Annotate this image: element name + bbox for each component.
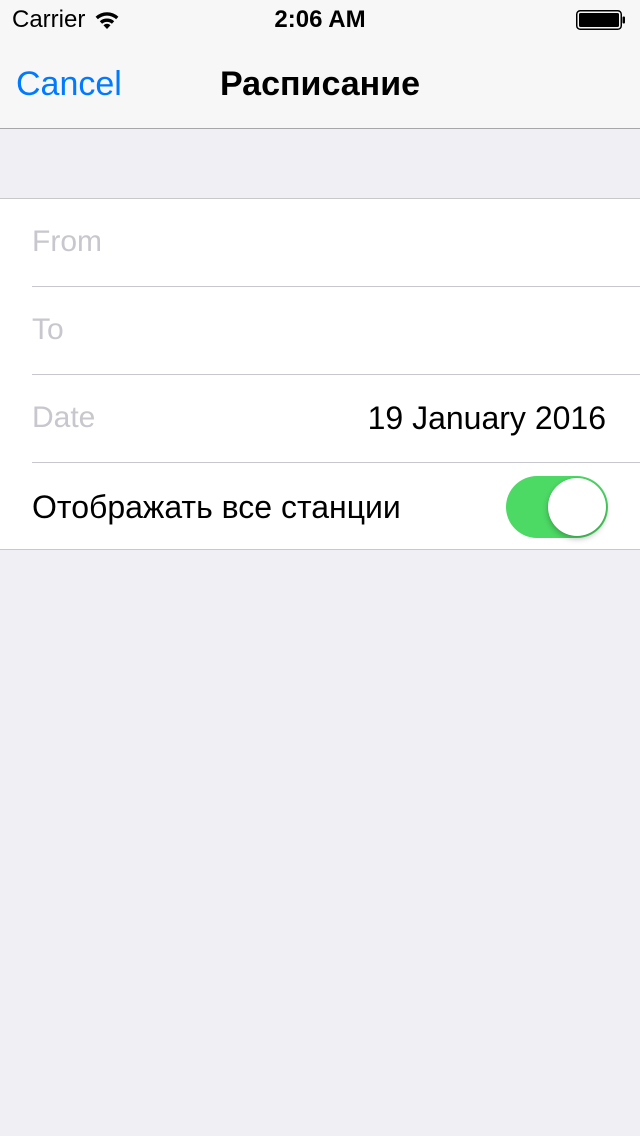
status-time: 2:06 AM [274, 6, 366, 33]
to-row [0, 287, 640, 375]
date-value: 19 January 2016 [367, 400, 606, 436]
date-row[interactable]: Date 19 January 2016 [0, 375, 640, 463]
battery-icon [576, 10, 625, 30]
cancel-button[interactable]: Cancel [16, 64, 122, 104]
schedule-form: Date 19 January 2016 Отображать все стан… [0, 198, 640, 550]
top-bar: Carrier 2:06 AM Cancel Расписание [0, 0, 640, 129]
status-bar: Carrier 2:06 AM [0, 0, 640, 40]
show-all-stations-label: Отображать все станции [32, 489, 401, 525]
from-input[interactable] [32, 199, 612, 285]
navigation-bar: Cancel Расписание [0, 40, 640, 128]
switch-knob [548, 478, 606, 536]
to-input[interactable] [32, 287, 612, 373]
show-all-stations-switch[interactable] [506, 476, 608, 538]
date-label: Date [32, 401, 96, 434]
from-row [0, 199, 640, 287]
show-all-stations-row: Отображать все станции [0, 463, 640, 549]
